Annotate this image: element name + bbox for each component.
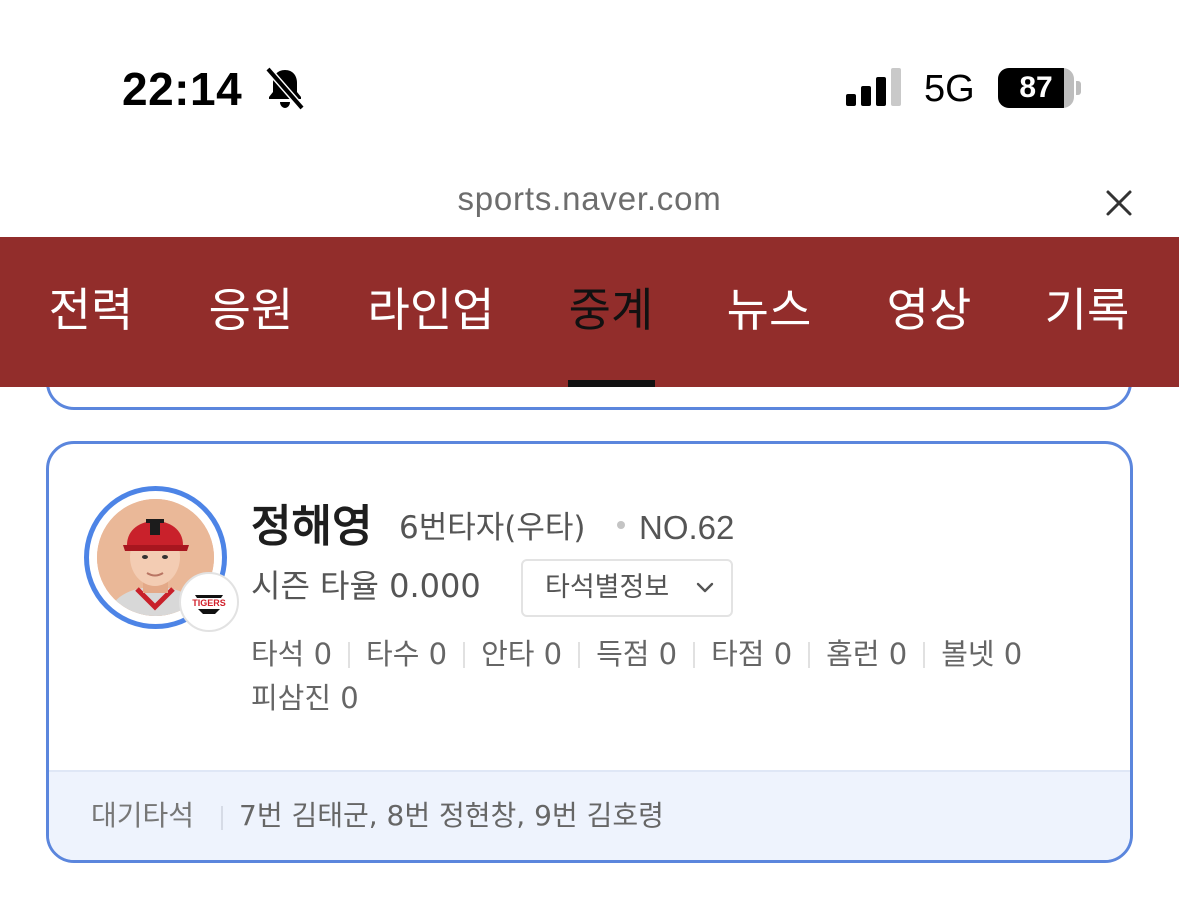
browser-url-bar: sports.naver.com [0,176,1179,232]
team-logo-text: TIGERS [192,598,226,608]
stat-at-bats: 타수 0 [366,637,448,671]
chevron-down-icon [696,582,714,593]
battery-icon: 87 [998,68,1082,108]
status-bar: 22:14 5G 87 [0,0,1179,150]
on-deck-label: 대기타석 [91,799,195,832]
current-batter-card: TIGERS 정해영 6번타자(우타) NO.62 시즌 타율 0.000 타석… [46,441,1133,863]
tab-lineup[interactable]: 라인업 [364,237,498,387]
network-type: 5G [924,68,975,110]
stat-runs: 득점 0 [596,637,678,671]
batting-order: 6번타자(우타) [399,510,586,546]
on-deck-footer: 대기타석 7번 김태군, 8번 정현창, 9번 김호령 [49,770,1130,860]
tab-broadcast[interactable]: 중계 [566,237,656,387]
batter-stats: 타석 0 타수 0 안타 0 득점 0 타점 0 홈런 0 볼넷 0 피삼진 0 [251,632,1111,720]
on-deck-batters: 7번 김태군, 8번 정현창, 9번 김호령 [239,799,664,832]
dot-separator [617,521,625,529]
tab-cheer[interactable]: 응원 [206,237,296,387]
url-text[interactable]: sports.naver.com [0,180,1179,218]
status-time: 22:14 [122,63,243,115]
tab-lineup-strength[interactable]: 전력 [46,237,136,387]
at-bat-info-label: 타석별정보 [545,572,670,603]
tab-news[interactable]: 뉴스 [724,237,814,387]
stat-home-runs: 홈런 0 [826,637,908,671]
season-batting-average: 시즌 타율 0.000 [251,567,481,605]
stat-hits: 안타 0 [481,637,563,671]
close-icon[interactable] [1100,184,1138,222]
tab-records[interactable]: 기록 [1042,237,1132,387]
player-name: 정해영 [251,501,373,552]
active-tab-indicator [568,380,655,387]
stat-rbi: 타점 0 [711,637,793,671]
signal-icon [846,68,901,106]
stat-plate-appearances: 타석 0 [251,637,333,671]
player-number: NO.62 [639,509,735,546]
stat-walks: 볼넷 0 [941,637,1023,671]
battery-level: 87 [1019,71,1053,104]
stat-strikeouts: 피삼진 0 [251,681,359,715]
at-bat-info-dropdown[interactable]: 타석별정보 [521,559,733,617]
game-nav-tabs: 전력 응원 라인업 중계 뉴스 영상 기록 [0,237,1179,387]
team-logo: TIGERS [179,572,239,632]
bell-muted-icon [265,66,305,110]
tab-video[interactable]: 영상 [884,237,974,387]
